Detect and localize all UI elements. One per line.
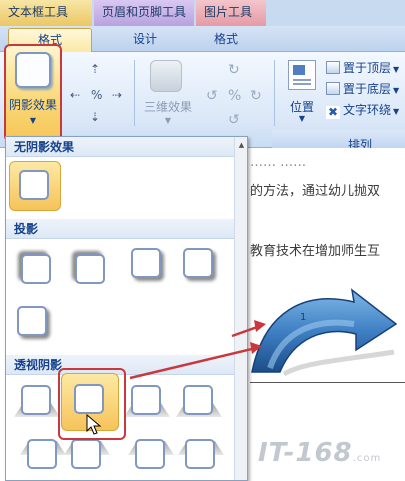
chevron-down-icon: ▼ bbox=[393, 65, 400, 74]
perspective-shadow-option[interactable] bbox=[124, 383, 170, 421]
chevron-down-icon: ▼ bbox=[29, 116, 37, 125]
section-no-shadow: 无阴影效果 bbox=[6, 137, 234, 157]
drop-shadow-option[interactable] bbox=[72, 251, 110, 289]
text-wrap-icon: ✖ bbox=[326, 105, 340, 119]
page-number: 1 bbox=[300, 312, 307, 323]
arrange-group-bar bbox=[272, 130, 405, 148]
perspective-shadow-option[interactable] bbox=[176, 383, 222, 421]
drop-shadow-option[interactable] bbox=[18, 251, 56, 289]
section-drop-shadow: 投影 bbox=[6, 219, 234, 239]
bring-to-front-label: 置于顶层 bbox=[343, 61, 392, 75]
tab-design[interactable]: 设计 bbox=[110, 28, 180, 52]
send-to-back-label: 置于底层 bbox=[343, 82, 392, 96]
bring-to-front-icon bbox=[326, 61, 340, 74]
nudge-shadow-up-icon[interactable]: ⇡ bbox=[90, 62, 100, 76]
contextual-tabs-bar: 文本框工具 页眉和页脚工具 图片工具 bbox=[0, 0, 405, 26]
position-button[interactable]: 位置 ▼ bbox=[284, 58, 320, 128]
3d-effects-icon bbox=[150, 60, 182, 92]
drop-shadow-option[interactable] bbox=[180, 245, 218, 283]
shadow-effects-icon bbox=[15, 52, 51, 88]
doc-text-cut: …… …… bbox=[250, 155, 307, 170]
separator-line bbox=[250, 382, 405, 383]
shadow-effects-label: 阴影效果 bbox=[8, 98, 57, 112]
shadow-on-off-icon[interactable]: % bbox=[91, 88, 102, 102]
context-tab-picture-tools[interactable]: 图片工具 bbox=[196, 0, 266, 26]
doc-text-line-1: 的方法，通过幼儿抛双 bbox=[250, 184, 381, 199]
text-wrap-label: 文字环绕 bbox=[343, 103, 392, 117]
perspective-shadow-option[interactable] bbox=[128, 437, 174, 475]
send-to-back-icon bbox=[326, 82, 340, 95]
perspective-shadow-option[interactable] bbox=[14, 383, 60, 421]
group-separator bbox=[134, 60, 135, 126]
tilt-left-icon[interactable]: ↺ bbox=[206, 88, 218, 104]
curved-arrow-image[interactable] bbox=[244, 282, 405, 377]
tilt-up-icon[interactable]: ↻ bbox=[228, 62, 240, 78]
chevron-down-icon: ▼ bbox=[393, 107, 400, 116]
send-to-back-button[interactable]: 置于底层 ▼ bbox=[326, 79, 399, 99]
no-shadow-option[interactable] bbox=[9, 161, 61, 211]
3d-effects-label: 三维效果 bbox=[143, 100, 192, 114]
chevron-down-icon: ▼ bbox=[393, 86, 400, 95]
highlight-selected-option bbox=[58, 368, 126, 440]
doc-text-line-2: 教育技术在增加师生互 bbox=[250, 244, 381, 259]
nudge-shadow-right-icon[interactable]: ⇢ bbox=[112, 88, 122, 102]
context-tab-textbox-tools[interactable]: 文本框工具 bbox=[0, 0, 92, 26]
perspective-shadow-option[interactable] bbox=[20, 437, 66, 475]
nudge-shadow-left-icon[interactable]: ⇠ bbox=[70, 88, 80, 102]
chevron-down-icon: ▼ bbox=[164, 116, 172, 125]
nudge-shadow-down-icon[interactable]: ⇣ bbox=[90, 110, 100, 124]
shadow-effects-menu: 无阴影效果 投影 透视阴影 ▲ bbox=[5, 136, 248, 481]
text-wrap-button[interactable]: ✖ 文字环绕 ▼ bbox=[326, 100, 399, 120]
tab-format-picture[interactable]: 格式 bbox=[196, 28, 256, 52]
context-tab-header-footer-tools[interactable]: 页眉和页脚工具 bbox=[94, 0, 194, 26]
position-label: 位置 bbox=[289, 100, 314, 114]
no-shadow-thumb bbox=[19, 170, 49, 200]
3d-effects-button[interactable]: 三维效果 ▼ bbox=[140, 58, 196, 128]
3d-on-off-icon[interactable]: % bbox=[228, 88, 241, 104]
scroll-up-icon[interactable]: ▲ bbox=[235, 139, 248, 151]
group-separator bbox=[274, 60, 275, 126]
position-icon bbox=[288, 60, 316, 90]
perspective-shadow-option[interactable] bbox=[64, 437, 110, 475]
drop-shadow-option[interactable] bbox=[14, 303, 52, 341]
watermark-logo: IT-168.com bbox=[258, 438, 382, 468]
shadow-effects-button[interactable]: 阴影效果 ▼ bbox=[4, 44, 62, 142]
chevron-down-icon: ▼ bbox=[298, 114, 306, 123]
perspective-shadow-option[interactable] bbox=[178, 437, 224, 475]
menu-scrollbar[interactable]: ▲ bbox=[234, 137, 247, 480]
bring-to-front-button[interactable]: 置于顶层 ▼ bbox=[326, 58, 399, 78]
tilt-down-icon[interactable]: ↺ bbox=[228, 112, 240, 128]
drop-shadow-option[interactable] bbox=[128, 245, 166, 283]
tilt-right-icon[interactable]: ↻ bbox=[250, 88, 262, 104]
